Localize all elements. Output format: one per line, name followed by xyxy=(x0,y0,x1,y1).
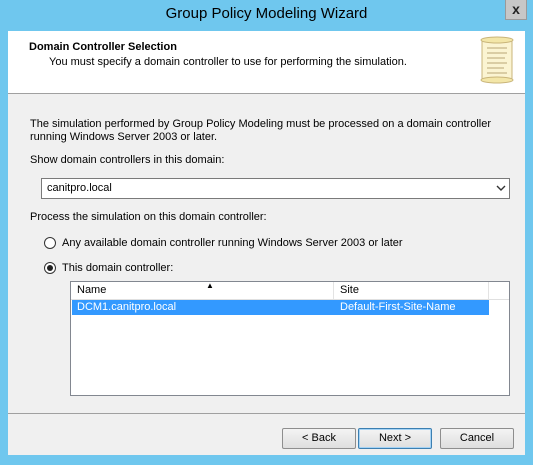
wizard-footer: < Back Next > Cancel xyxy=(8,413,525,456)
back-button[interactable]: < Back xyxy=(282,428,356,449)
column-header-filler xyxy=(489,282,509,299)
list-header: Name ▲ Site xyxy=(71,282,509,300)
column-header-site-label: Site xyxy=(340,284,359,296)
radio-any-dc-label[interactable]: Any available domain controller running … xyxy=(62,237,403,249)
wizard-header: Domain Controller Selection You must spe… xyxy=(8,31,525,94)
domain-combobox-value: canitpro.local xyxy=(47,182,112,194)
scroll-icon xyxy=(480,36,514,84)
page-title: Domain Controller Selection xyxy=(29,41,177,53)
radio-this-dc-button[interactable] xyxy=(44,262,56,274)
process-label: Process the simulation on this domain co… xyxy=(30,211,267,223)
wizard-window: Group Policy Modeling Wizard x Domain Co… xyxy=(0,0,533,465)
list-cell-site: Default-First-Site-Name xyxy=(340,301,456,313)
chevron-down-icon[interactable] xyxy=(496,183,506,193)
list-cell-name: DCM1.canitpro.local xyxy=(77,301,177,313)
column-header-site[interactable]: Site xyxy=(334,282,489,299)
list-row-dcm1[interactable]: DCM1.canitpro.local Default-First-Site-N… xyxy=(72,300,489,315)
title-bar[interactable]: Group Policy Modeling Wizard x xyxy=(0,0,533,30)
column-header-name[interactable]: Name ▲ xyxy=(71,282,334,299)
page-subtitle: You must specify a domain controller to … xyxy=(49,56,407,68)
sort-ascending-icon: ▲ xyxy=(206,281,214,290)
cancel-button[interactable]: Cancel xyxy=(440,428,514,449)
domain-label: Show domain controllers in this domain: xyxy=(30,154,225,166)
column-header-name-label: Name xyxy=(77,284,107,296)
next-button[interactable]: Next > xyxy=(358,428,432,449)
window-title: Group Policy Modeling Wizard xyxy=(165,5,368,22)
radio-this-dc-label[interactable]: This domain controller: xyxy=(62,262,173,274)
domain-controller-list[interactable]: Name ▲ Site DCM1.canitpro.local Default-… xyxy=(70,281,510,396)
radio-any-dc-button[interactable] xyxy=(44,237,56,249)
intro-text: The simulation performed by Group Policy… xyxy=(30,118,492,143)
close-icon: x xyxy=(512,1,520,17)
wizard-client-area: Domain Controller Selection You must spe… xyxy=(8,31,525,455)
domain-combobox[interactable]: canitpro.local xyxy=(41,178,510,199)
close-button[interactable]: x xyxy=(505,0,527,20)
